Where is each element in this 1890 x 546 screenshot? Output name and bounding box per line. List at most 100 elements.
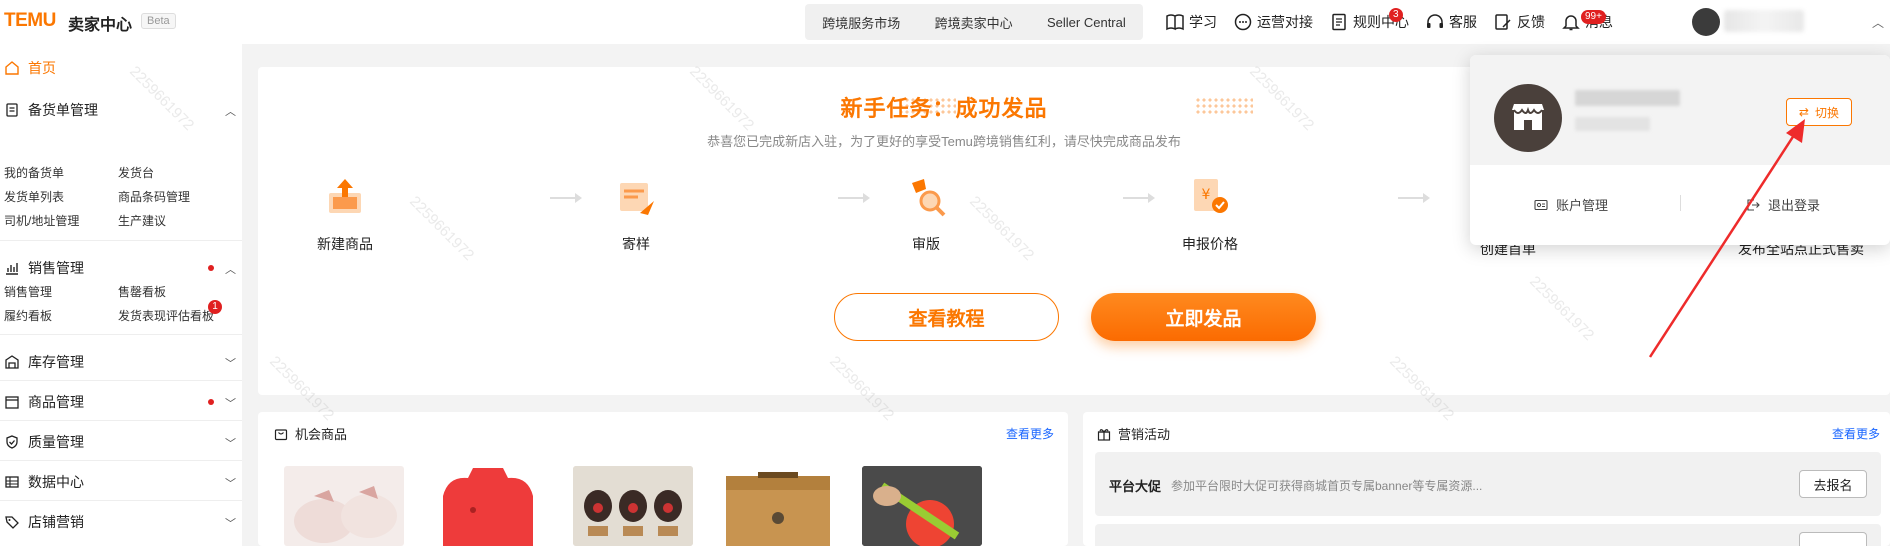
sidebar-item-shipping-eval-board[interactable]: 发货表现评估看板 — [118, 307, 214, 324]
opportunity-title: 机会商品 — [295, 427, 348, 442]
temu-logo[interactable]: TEMU — [4, 10, 56, 32]
link-service-market[interactable]: 跨境服务市场 — [822, 13, 900, 32]
register-button[interactable]: 去报名 — [1799, 470, 1867, 498]
sidebar-divider — [0, 500, 242, 501]
product-thumb-slippers[interactable] — [284, 466, 404, 546]
sidebar-item-production[interactable]: 生产建议 — [118, 212, 166, 229]
sidebar-section-sales[interactable]: 销售管理 ︿ — [4, 250, 236, 286]
account-management-label: 账户管理 — [1556, 198, 1609, 213]
sidebar-item-soldout-board[interactable]: 售罄看板 — [118, 283, 166, 300]
marketing-title: 营销活动 — [1118, 427, 1171, 442]
chevron-up-icon[interactable]: ︿ — [1872, 14, 1884, 31]
product-thumb-wooden-box[interactable] — [718, 466, 838, 546]
sidebar-item-fulfillment-board[interactable]: 履约看板 — [4, 307, 52, 324]
sidebar-item-shipment-list[interactable]: 发货单列表 — [4, 188, 64, 205]
register-button-partial[interactable] — [1799, 532, 1867, 546]
sidebar-item-my-orders[interactable]: 我的备货单 — [4, 164, 64, 181]
chat-icon — [1234, 13, 1252, 31]
publish-now-button[interactable]: 立即发品 — [1091, 293, 1316, 341]
product-thumb-tomato-slicer[interactable] — [862, 466, 982, 546]
chevron-down-icon: ﹀ — [225, 438, 236, 450]
tool-learn-label: 学习 — [1189, 14, 1217, 30]
id-card-icon — [1534, 199, 1548, 210]
sidebar-section-inventory[interactable]: 库存管理 ﹀ — [4, 344, 236, 380]
chevron-down-icon: ﹀ — [225, 358, 236, 370]
step-label: 新建商品 — [317, 236, 373, 252]
sidebar-section-marketing[interactable]: 店铺营销 ﹀ — [4, 504, 236, 540]
annotation-arrow — [1648, 119, 1805, 358]
gift-icon — [1097, 428, 1111, 441]
task-subtitle: 恭喜您已完成新店入驻，为了更好的享受Temu跨境销售红利，请尽快完成商品发布 — [707, 134, 1181, 149]
sidebar-item-home[interactable]: 首页 — [4, 58, 56, 78]
beta-badge: Beta — [141, 13, 176, 29]
opportunity-more-link[interactable]: 查看更多 — [1006, 425, 1054, 442]
notification-dot — [208, 399, 214, 405]
shield-check-icon — [6, 435, 18, 449]
sidebar-item-badge: 1 — [208, 300, 222, 314]
promo-description: 参加平台限时大促可获得商城首页专属banner等专属资源... — [1171, 479, 1483, 493]
account-management-link[interactable]: 账户管理 — [1534, 195, 1608, 214]
sidebar-divider — [0, 460, 242, 461]
marketing-more-link[interactable]: 查看更多 — [1832, 425, 1880, 442]
sidebar-divider — [0, 334, 242, 335]
svg-text:¥: ¥ — [1202, 187, 1211, 203]
tool-messages[interactable]: 消息 99+ — [1561, 10, 1613, 32]
upload-box-icon — [329, 179, 361, 213]
sidebar-section-quality[interactable]: 质量管理 ﹀ — [4, 424, 236, 460]
sidebar-item-barcode[interactable]: 商品条码管理 — [118, 188, 190, 205]
step-declare-price: ¥ 申报价格 — [1150, 175, 1270, 254]
step-arrow — [1398, 193, 1430, 203]
sidebar-section-label: 库存管理 — [28, 354, 84, 370]
sidebar-item-sales-mgmt[interactable]: 销售管理 — [4, 283, 52, 300]
tool-learn[interactable]: 学习 — [1165, 12, 1217, 32]
tool-service-label: 客服 — [1449, 14, 1477, 30]
table-icon — [5, 476, 19, 488]
price-doc-icon: ¥ — [1194, 179, 1228, 213]
sidebar-item-shipping-desk[interactable]: 发货台 — [118, 164, 154, 181]
step-arrow — [1123, 193, 1155, 203]
product-thumb-red-cover[interactable] — [428, 466, 548, 546]
sidebar-section-data[interactable]: 数据中心 ﹀ — [4, 464, 236, 500]
step-send-sample: 寄样 — [576, 175, 696, 254]
sidebar-section-stock-orders[interactable]: 备货单管理 ︿ — [4, 92, 236, 128]
headset-icon — [1427, 14, 1443, 28]
bag-icon — [274, 428, 288, 440]
edit-icon — [1495, 14, 1511, 30]
tag-icon — [5, 516, 19, 529]
product-thumb-horse-figures[interactable] — [573, 466, 693, 546]
bar-chart-icon — [6, 263, 18, 275]
opportunity-products-card: 机会商品 查看更多 — [258, 412, 1068, 546]
chevron-up-icon: ︿ — [225, 106, 236, 118]
link-cross-border-center[interactable]: 跨境卖家中心 — [935, 13, 1013, 32]
shop-icon — [5, 396, 19, 409]
user-avatar[interactable] — [1692, 8, 1720, 36]
tool-feedback[interactable]: 反馈 — [1493, 12, 1545, 32]
user-name-blurred — [1724, 10, 1804, 32]
step-new-product: 新建商品 — [285, 175, 405, 254]
shop-id-blurred — [1575, 117, 1650, 131]
tool-service[interactable]: 客服 — [1425, 12, 1477, 32]
book-icon — [1166, 14, 1184, 31]
task-title: 新手任务：成功发品 — [840, 96, 1048, 121]
promo-row-big-sale: 平台大促 参加平台限时大促可获得商城首页专属banner等专属资源... 去报名 — [1095, 452, 1881, 516]
inspect-icon — [912, 179, 946, 217]
tool-rules[interactable]: 规则中心 3 — [1329, 8, 1409, 32]
chevron-down-icon: ﹀ — [225, 398, 236, 410]
step-label: 审版 — [912, 236, 940, 252]
sidebar-section-label: 店铺营销 — [28, 514, 84, 530]
document-icon — [1332, 13, 1346, 31]
tool-ops[interactable]: 运营对接 — [1233, 12, 1313, 32]
sidebar-section-label: 数据中心 — [28, 474, 84, 490]
sidebar-divider — [0, 380, 242, 381]
sidebar-item-driver-address[interactable]: 司机/地址管理 — [4, 212, 79, 229]
chevron-up-icon: ︿ — [225, 264, 236, 276]
promo-title: 平台大促 — [1109, 479, 1162, 494]
view-tutorial-button[interactable]: 查看教程 — [834, 293, 1059, 341]
messages-badge: 99+ — [1581, 10, 1606, 24]
top-bar: TEMU 卖家中心 Beta 跨境服务市场 跨境卖家中心 Seller Cent… — [0, 0, 1890, 44]
sidebar-divider — [0, 240, 242, 241]
tool-feedback-label: 反馈 — [1517, 14, 1545, 30]
sidebar-section-products[interactable]: 商品管理 ﹀ — [4, 384, 236, 420]
link-seller-central[interactable]: Seller Central — [1047, 15, 1126, 30]
sidebar-divider — [0, 420, 242, 421]
